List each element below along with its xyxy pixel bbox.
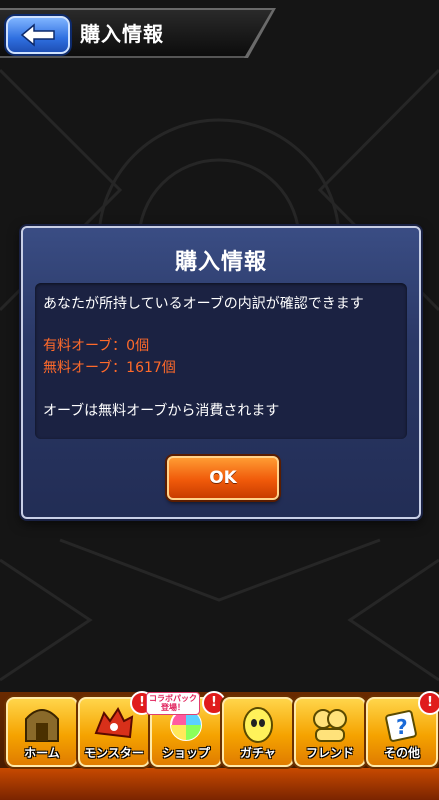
nav-label: ガチャ [240, 746, 276, 760]
page-title: 購入情報 [80, 22, 164, 46]
alert-badge: ! [418, 691, 439, 715]
nav-other[interactable]: ? その他 ! [366, 691, 439, 767]
gacha-egg-icon [243, 707, 273, 743]
nav-friend[interactable]: フレンド [294, 697, 366, 767]
bottom-nav-strip [0, 768, 439, 800]
nav-label: モンスター [84, 746, 144, 760]
dialog-title: 購入情報 [174, 250, 267, 275]
svg-text:?: ? [396, 715, 408, 739]
nav-monster[interactable]: モンスター ! [78, 691, 154, 767]
nav-label: ホーム [24, 746, 60, 760]
home-icon [25, 709, 59, 742]
nav-gacha[interactable]: ガチャ [222, 697, 294, 767]
arrow-left-icon [20, 23, 55, 47]
nav-home[interactable]: ホーム [6, 697, 78, 767]
note-text: オーブは無料オーブから消費されます [43, 403, 280, 419]
nav-label: その他 [383, 746, 420, 760]
description-text: あなたが所持しているオーブの内訳が確認できます [43, 296, 364, 312]
collab-pack-tag: コラボパック登場！ [146, 692, 200, 715]
info-box: あなたが所持しているオーブの内訳が確認できます 有料オーブ：0個 無料オーブ：1… [35, 283, 407, 439]
nav-label: ショップ [161, 746, 210, 760]
back-button[interactable] [6, 16, 70, 54]
nav-label: フレンド [305, 746, 354, 760]
free-orbs-text: 無料オーブ：1617個 [43, 360, 176, 376]
paid-orbs-text: 有料オーブ：0個 [43, 338, 150, 354]
purchase-info-dialog: 購入情報 あなたが所持しているオーブの内訳が確認できます 有料オーブ：0個 無料… [21, 226, 421, 519]
friend-icon [313, 709, 347, 742]
ok-button[interactable]: OK [167, 456, 279, 500]
